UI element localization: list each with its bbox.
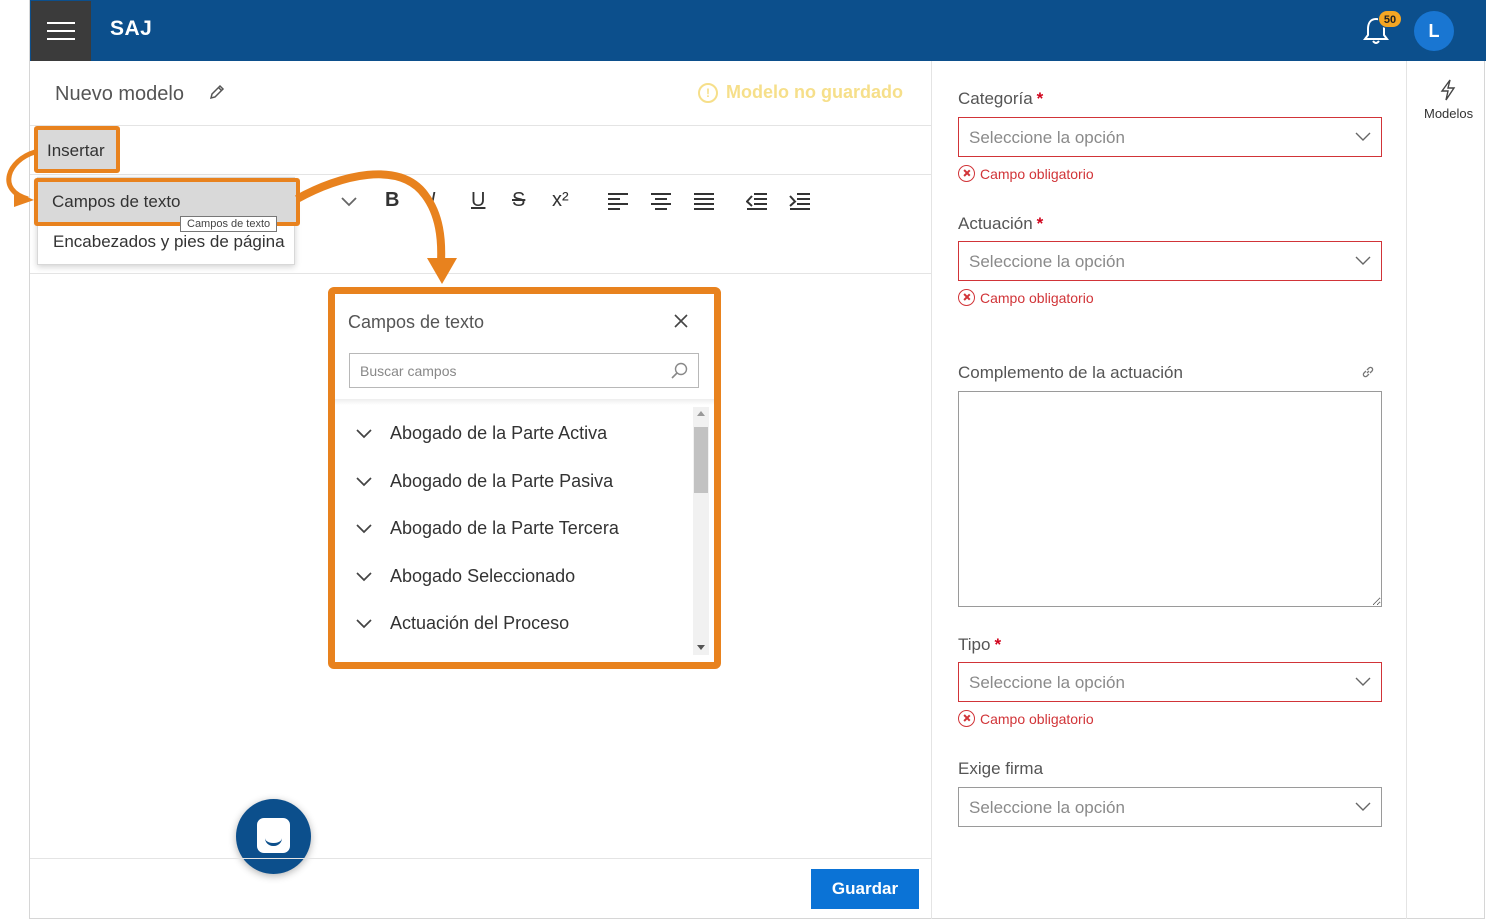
select-value: Seleccione la opción <box>969 673 1125 692</box>
text-fields-panel: Campos de texto Abogado de la Parte Acti… <box>328 287 721 669</box>
brand-logo: SAJ <box>110 17 153 40</box>
pencil-icon[interactable] <box>208 83 226 101</box>
list-item[interactable]: Abogado de la Parte Activa <box>355 418 607 448</box>
underline-button[interactable]: U <box>471 189 485 212</box>
list-item[interactable]: Abogado de la Parte Tercera <box>355 513 619 543</box>
fields-list: Abogado de la Parte Activa Abogado de la… <box>335 407 695 653</box>
scroll-down-icon[interactable] <box>697 645 705 650</box>
error-icon <box>958 710 975 727</box>
right-rail: Modelos <box>1406 61 1486 919</box>
tipo-select[interactable]: Seleccione la opción <box>958 662 1382 702</box>
categoria-label: Categoría * <box>958 89 1044 108</box>
menu-insert[interactable]: Insertar <box>34 126 120 173</box>
outdent-icon[interactable] <box>746 191 768 211</box>
chevron-down-icon[interactable] <box>338 191 360 211</box>
complemento-textarea[interactable] <box>958 391 1382 607</box>
tipo-error: Campo obligatorio <box>958 710 1094 727</box>
chevron-down-icon <box>1355 677 1371 686</box>
scrollbar[interactable] <box>693 407 709 655</box>
align-center-icon[interactable] <box>650 191 672 211</box>
categoria-select[interactable]: Seleccione la opción <box>958 117 1382 157</box>
list-item-label: Abogado Seleccionado <box>390 565 576 586</box>
app-window: SAJ 50 L Nuevo modelo ! Modelo no guarda… <box>29 0 1486 919</box>
model-form: Categoría * Seleccione la opción Campo ob… <box>931 61 1406 919</box>
panel-title: Campos de texto <box>348 312 485 332</box>
search-field <box>349 353 699 388</box>
link-icon[interactable] <box>1361 365 1375 379</box>
exige-firma-select[interactable]: Seleccione la opción <box>958 787 1382 827</box>
align-justify-icon[interactable] <box>693 191 715 211</box>
list-item[interactable]: Actuación del Proceso <box>355 608 569 638</box>
close-icon[interactable] <box>673 313 689 329</box>
list-item-label: Abogado de la Parte Activa <box>390 422 608 443</box>
actuacion-label: Actuación * <box>958 214 1044 233</box>
scroll-up-icon[interactable] <box>697 411 705 416</box>
menu-icon[interactable] <box>31 1 91 61</box>
chevron-down-icon <box>356 524 372 534</box>
unsaved-label: Modelo no guardado <box>726 82 903 102</box>
rail-item-models[interactable]: Modelos <box>1424 106 1473 121</box>
list-item-label: Actuación del Proceso <box>390 612 570 633</box>
select-value: Seleccione la opción <box>969 128 1125 147</box>
actuacion-select[interactable]: Seleccione la opción <box>958 241 1382 281</box>
lightning-icon[interactable] <box>1438 79 1458 101</box>
select-value: Seleccione la opción <box>969 798 1125 817</box>
chat-icon <box>257 818 290 853</box>
chat-launcher[interactable] <box>236 799 311 874</box>
divider <box>30 273 931 274</box>
chevron-down-icon <box>1355 132 1371 141</box>
categoria-error: Campo obligatorio <box>958 165 1094 182</box>
scrollbar-thumb[interactable] <box>694 427 708 493</box>
tooltip: Campos de texto <box>180 216 278 232</box>
notification-badge: 50 <box>1378 10 1402 28</box>
search-input[interactable] <box>350 354 650 387</box>
avatar[interactable]: L <box>1414 11 1454 51</box>
list-item-label: Abogado de la Parte Pasiva <box>390 470 614 491</box>
select-value: Seleccione la opción <box>969 252 1125 271</box>
unsaved-status: ! Modelo no guardado <box>698 82 903 103</box>
tipo-label: Tipo * <box>958 635 1002 654</box>
warning-icon: ! <box>698 82 718 103</box>
chevron-down-icon <box>1355 802 1371 811</box>
chevron-down-icon <box>356 619 372 629</box>
chevron-down-icon <box>356 572 372 582</box>
exige-firma-label: Exige firma <box>958 759 1044 778</box>
page-title: Nuevo modelo <box>55 83 184 105</box>
list-item[interactable]: Abogado de la Parte Pasiva <box>355 466 613 496</box>
error-icon <box>958 165 975 182</box>
top-bar: SAJ 50 L <box>30 0 1486 61</box>
divider <box>30 858 931 859</box>
actuacion-error: Campo obligatorio <box>958 289 1094 306</box>
divider <box>30 174 931 175</box>
divider <box>30 125 931 126</box>
indent-icon[interactable] <box>789 191 811 211</box>
italic-button[interactable]: I <box>430 189 436 212</box>
list-divider <box>335 399 714 405</box>
chevron-down-icon <box>1355 256 1371 265</box>
chevron-down-icon <box>356 477 372 487</box>
save-button[interactable]: Guardar <box>811 869 919 909</box>
menu-item-headers-footers[interactable]: Encabezados y pies de página <box>53 232 285 252</box>
bold-button[interactable]: B <box>385 189 399 212</box>
align-left-icon[interactable] <box>607 191 629 211</box>
list-item-label: Abogado de la Parte Tercera <box>390 517 619 538</box>
strikethrough-button[interactable]: S <box>512 189 525 212</box>
chevron-down-icon <box>356 429 372 439</box>
superscript-button[interactable]: x² <box>552 189 569 212</box>
editor-area: Nuevo modelo ! Modelo no guardado B I U … <box>30 61 931 919</box>
search-icon[interactable] <box>670 362 688 380</box>
list-item[interactable]: Abogado Seleccionado <box>355 561 575 591</box>
error-icon <box>958 289 975 306</box>
complemento-label: Complemento de la actuación <box>958 363 1183 382</box>
